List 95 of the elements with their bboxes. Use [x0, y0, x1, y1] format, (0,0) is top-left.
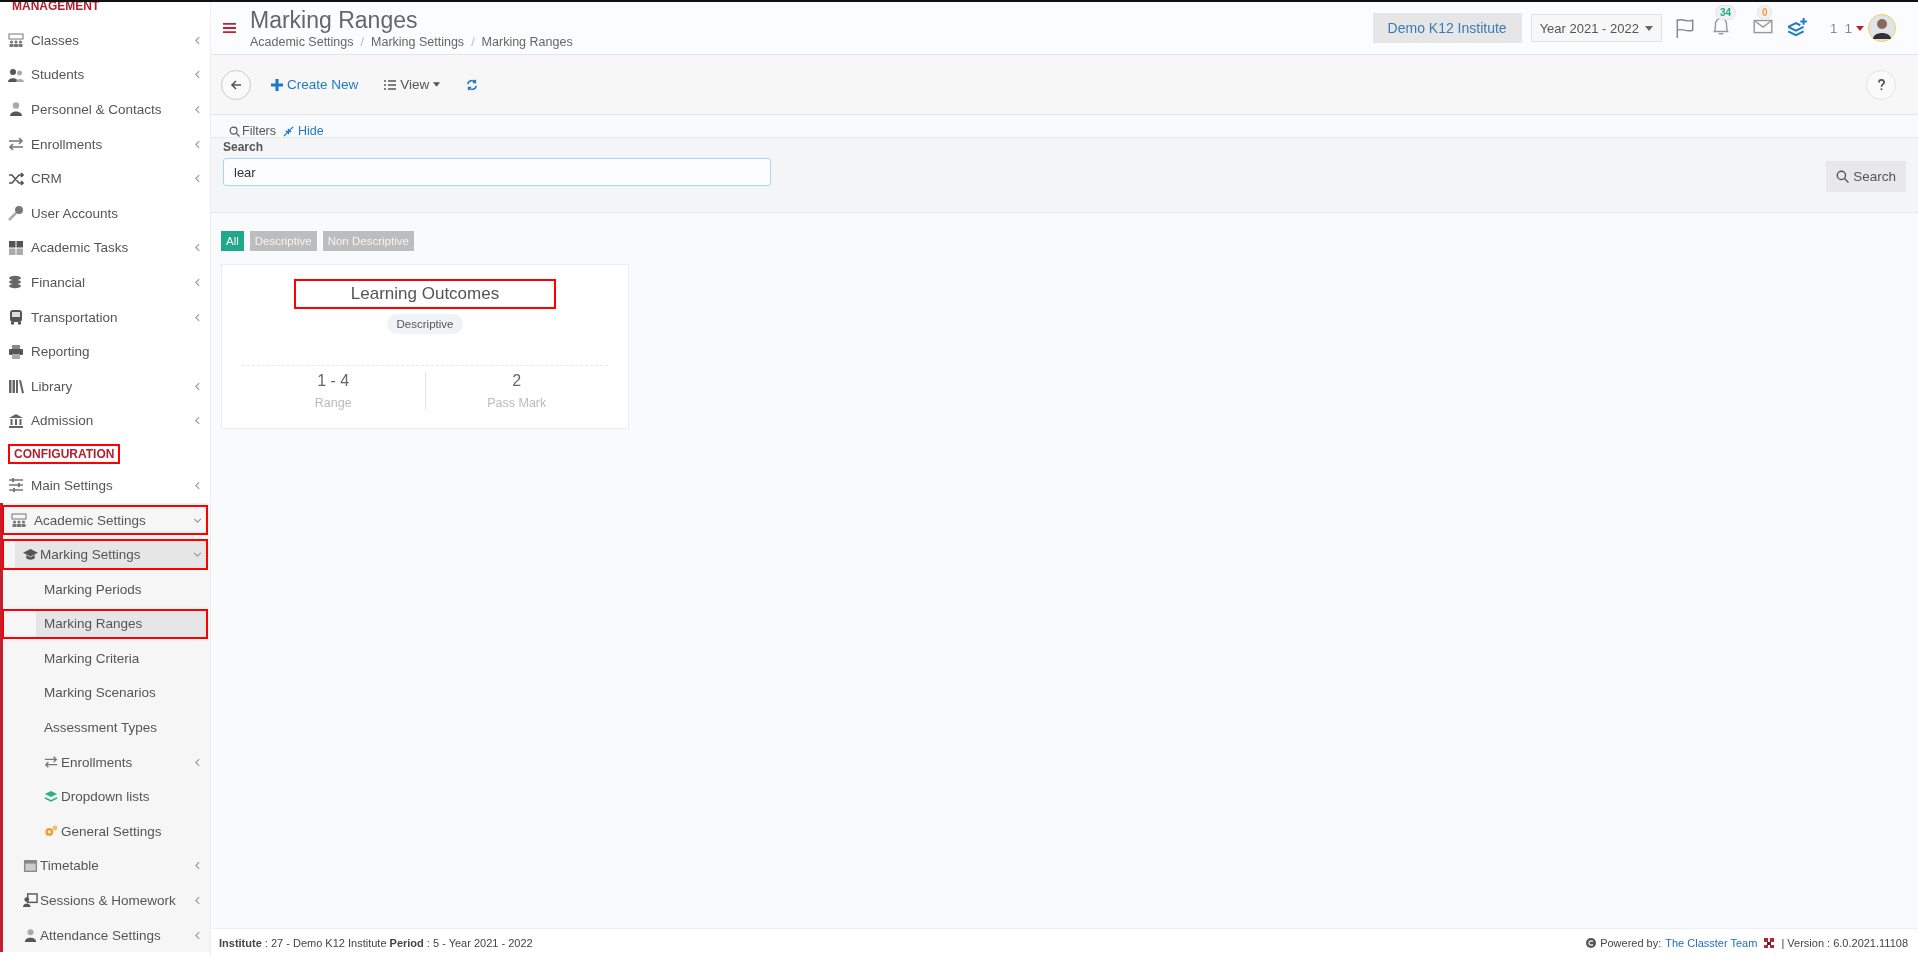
- logo-icon: [1763, 937, 1776, 949]
- bank-icon: [8, 412, 24, 429]
- search-label: Search: [223, 140, 265, 154]
- message-count: 0: [1756, 5, 1773, 20]
- institute-info: Institute : 27 - Demo K12 Institute Period : 5 - Year 2021 - 2022: [219, 937, 533, 949]
- sidebar-item[interactable]: Main Settings: [0, 468, 210, 503]
- sidebar-item[interactable]: Admission: [0, 403, 210, 439]
- arrows-icon: [44, 755, 58, 770]
- sidebar-item[interactable]: General Settings: [0, 814, 210, 849]
- caret-icon: [1856, 25, 1864, 31]
- breadcrumb-separator: /: [360, 35, 364, 49]
- board-icon: [23, 893, 38, 909]
- powered-by-text: Powered by:: [1600, 937, 1662, 949]
- sidebar-item[interactable]: Sessions & Homework: [0, 883, 210, 918]
- sidebar-item[interactable]: Marking Ranges: [0, 606, 210, 642]
- sidebar-item[interactable]: Enrollments: [0, 126, 210, 162]
- arrow-left-icon: [230, 78, 242, 91]
- view-dropdown[interactable]: View: [376, 73, 449, 96]
- breadcrumb-link[interactable]: Marking Settings: [371, 35, 465, 49]
- coins-icon: [8, 274, 24, 291]
- range-label: Range: [314, 396, 352, 410]
- sidebar-item[interactable]: Reporting: [0, 334, 210, 369]
- range-value: 1 - 4: [317, 372, 350, 390]
- breadcrumb-link[interactable]: Marking Ranges: [481, 35, 573, 49]
- card-title: Learning Outcomes: [293, 279, 557, 309]
- create-new-button[interactable]: Create New: [263, 73, 367, 96]
- sidebar-item[interactable]: Attendance Settings: [0, 917, 210, 953]
- page-title: Marking Ranges: [250, 7, 419, 33]
- shuffle-icon: [8, 170, 24, 187]
- sliders-icon: [8, 477, 24, 494]
- question-mark-icon: [1876, 78, 1886, 91]
- breadcrumb-separator: /: [471, 35, 475, 49]
- key-icon: [8, 205, 24, 222]
- section-heading: MANAGEMENT: [11, 2, 101, 15]
- refresh-icon: [466, 78, 479, 91]
- user-name[interactable]: 1 1: [1829, 20, 1854, 36]
- collapse-icon: [283, 125, 295, 137]
- sidebar-item[interactable]: Marking Criteria: [0, 641, 210, 676]
- pass-mark-value: 2: [512, 372, 522, 390]
- sidebar-item[interactable]: Marking Scenarios: [0, 675, 210, 711]
- sidebar-item[interactable]: Marking Periods: [0, 571, 210, 607]
- layers-plus-icon[interactable]: [1785, 17, 1808, 39]
- menu-icon[interactable]: [223, 22, 236, 34]
- person-icon: [23, 927, 38, 943]
- version-text: | Version : 6.0.2021.11108: [1781, 937, 1908, 949]
- sidebar-item[interactable]: CRM: [0, 161, 210, 196]
- person-icon: [8, 101, 24, 118]
- team-link[interactable]: The Classter Team: [1665, 937, 1758, 949]
- type-tag: Descriptive: [386, 314, 464, 334]
- calendar-icon: [23, 858, 38, 874]
- search-icon: [229, 125, 240, 137]
- people-icon: [8, 32, 24, 49]
- search-icon: [1836, 170, 1850, 183]
- back-button[interactable]: [221, 69, 251, 100]
- gears-icon: [44, 824, 58, 839]
- sidebar-item[interactable]: Transportation: [0, 299, 210, 335]
- section-heading: CONFIGURATION: [8, 444, 121, 465]
- caret-icon: [433, 82, 441, 87]
- sidebar-item[interactable]: Assessment Types: [0, 710, 210, 745]
- printer-icon: [8, 343, 24, 360]
- caret-icon: [1644, 25, 1653, 31]
- sidebar-item[interactable]: Enrollments: [0, 744, 210, 780]
- sidebar-item[interactable]: Dropdown lists: [0, 779, 210, 815]
- books-icon: [8, 378, 24, 395]
- search-button[interactable]: Search: [1826, 161, 1906, 192]
- year-dropdown[interactable]: Year 2021 - 2022: [1530, 14, 1662, 42]
- sidebar-item[interactable]: Students: [0, 57, 210, 93]
- bus-icon: [8, 309, 24, 326]
- sidebar-item[interactable]: Marking Settings: [0, 537, 210, 572]
- sidebar-item[interactable]: Academic Settings: [0, 502, 210, 538]
- sidebar-item[interactable]: Academic Tasks: [0, 230, 210, 266]
- avatar[interactable]: [1868, 14, 1896, 42]
- cap-icon: [23, 547, 38, 563]
- breadcrumb-link[interactable]: Academic Settings: [250, 35, 354, 49]
- list-icon: [384, 78, 397, 91]
- arrows-icon: [8, 136, 24, 153]
- search-field[interactable]: lear: [223, 158, 771, 186]
- institute-button[interactable]: Demo K12 Institute: [1372, 13, 1522, 43]
- people-icon: [11, 512, 27, 528]
- notification-count: 34: [1714, 5, 1737, 20]
- sidebar-item[interactable]: Library: [0, 368, 210, 404]
- sidebar-item[interactable]: Personnel & Contacts: [0, 92, 210, 127]
- sidebar-item[interactable]: Classes: [0, 23, 210, 58]
- pass-mark-label: Pass Mark: [487, 396, 547, 410]
- sidebar-item[interactable]: User Accounts: [0, 195, 210, 231]
- copyright-icon: [1586, 938, 1597, 948]
- plus-icon: [271, 78, 283, 91]
- marking-range-card[interactable]: Learning Outcomes Descriptive 1 - 4 Range 2 Pass Mark: [221, 264, 629, 429]
- sidebar-item[interactable]: Timetable: [0, 848, 210, 884]
- sidebar-item[interactable]: Financial: [0, 265, 210, 300]
- layers-icon: [44, 789, 58, 804]
- help-button[interactable]: [1866, 69, 1896, 100]
- hide-link[interactable]: Hide: [283, 124, 324, 138]
- filters-label: Filters: [229, 124, 277, 138]
- grid-icon: [8, 239, 24, 256]
